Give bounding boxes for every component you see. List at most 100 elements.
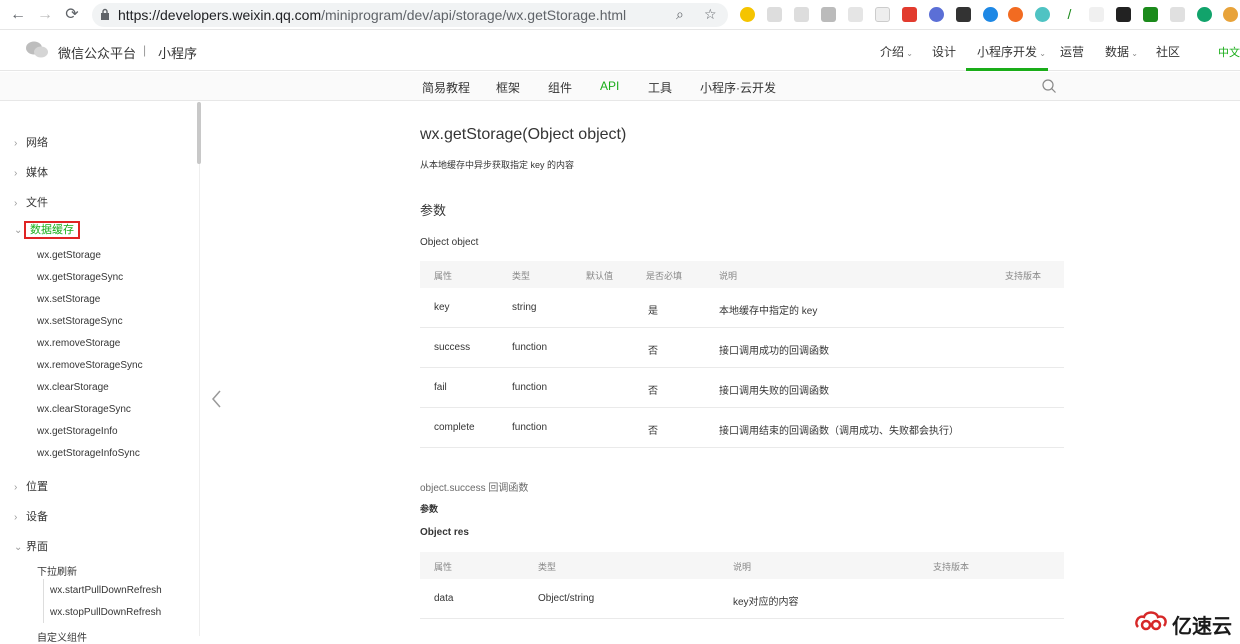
language-switch[interactable]: 中文 xyxy=(1218,44,1240,60)
lock-icon xyxy=(101,8,109,20)
nav-community[interactable]: 社区 xyxy=(1156,43,1180,60)
brand-subtitle[interactable]: 小程序 xyxy=(158,43,197,62)
table-cell: function xyxy=(512,382,548,393)
chevron-left-icon[interactable] xyxy=(210,387,224,411)
nav-label: 介绍 xyxy=(880,45,905,59)
nav-intro[interactable]: 介绍 ⌄ xyxy=(880,43,913,60)
profile-avatar[interactable] xyxy=(1223,7,1238,22)
sidebar-link-removestorage[interactable]: wx.removeStorage xyxy=(37,338,120,349)
table-cell: 否 xyxy=(648,386,658,397)
table-cell: success xyxy=(434,342,471,353)
sidebar-link-clearstorage[interactable]: wx.clearStorage xyxy=(37,382,109,393)
tab-components[interactable]: 组件 xyxy=(548,79,572,96)
table-row: success function 否 接口调用成功的回调函数 xyxy=(420,328,1064,368)
extension-icon[interactable] xyxy=(929,7,944,22)
extension-icon[interactable] xyxy=(740,7,755,22)
reload-icon[interactable]: ⟳ xyxy=(62,5,82,25)
nav-dev[interactable]: 小程序开发 ⌄ xyxy=(977,43,1046,60)
sidebar-group-custom-component[interactable]: 自定义组件 xyxy=(37,629,87,644)
sidebar-item-ui[interactable]: ⌄ 界面 xyxy=(14,538,48,554)
table-cell: complete xyxy=(434,422,475,433)
tab-framework[interactable]: 框架 xyxy=(496,79,520,96)
table-cell: Object/string xyxy=(538,593,595,604)
sidebar-group-pulldown[interactable]: 下拉刷新 xyxy=(37,563,77,578)
extension-icon[interactable] xyxy=(1116,7,1131,22)
tab-tools[interactable]: 工具 xyxy=(648,79,672,96)
sidebar-link-getstorageinfosync[interactable]: wx.getStorageInfoSync xyxy=(37,448,140,459)
bookmark-star-icon[interactable]: ☆ xyxy=(704,6,717,23)
extension-icon[interactable] xyxy=(1170,7,1185,22)
extension-icon[interactable] xyxy=(983,7,998,22)
sidebar-link-removestoragesync[interactable]: wx.removeStorageSync xyxy=(37,360,143,371)
browser-toolbar: ← → ⟳ https://developers.weixin.qq.com/m… xyxy=(0,0,1240,30)
url-host: https://developers.weixin.qq.com xyxy=(118,7,322,23)
nav-design[interactable]: 设计 xyxy=(932,43,956,60)
table-row: complete function 否 接口调用结束的回调函数（调用成功、失败都… xyxy=(420,408,1064,448)
table-cell: function xyxy=(512,342,548,353)
table-cell: key xyxy=(434,302,450,313)
tab-api[interactable]: API xyxy=(600,79,619,93)
nav-data[interactable]: 数据 ⌄ xyxy=(1105,43,1138,60)
table-row: data Object/string key对应的内容 xyxy=(420,579,1064,619)
table-cell: 是 xyxy=(648,306,658,317)
object-label: Object object xyxy=(420,237,479,248)
sidebar-item-media[interactable]: › 媒体 xyxy=(14,164,48,180)
success-params-label: 参数 xyxy=(420,504,439,514)
sidebar-item-storage[interactable]: ⌄ 数据缓存 xyxy=(14,221,80,239)
brand-name[interactable]: 微信公众平台 xyxy=(58,43,136,62)
back-icon[interactable]: ← xyxy=(8,5,28,25)
extension-icon[interactable]: / xyxy=(1062,7,1077,22)
column-header: 属性 xyxy=(434,271,453,281)
sidebar-link-setstoragesync[interactable]: wx.setStorageSync xyxy=(37,316,123,327)
table-cell: fail xyxy=(434,382,447,393)
sidebar-item-device[interactable]: › 设备 xyxy=(14,508,48,524)
sidebar-item-label: 网络 xyxy=(26,137,48,149)
forward-icon[interactable]: → xyxy=(35,5,55,25)
sidebar-item-label: 界面 xyxy=(26,541,48,553)
extension-icon[interactable] xyxy=(821,7,836,22)
sidebar-link-stoppulldownrefresh[interactable]: wx.stopPullDownRefresh xyxy=(50,607,161,618)
column-header: 默认值 xyxy=(586,271,614,281)
tab-tutorial[interactable]: 简易教程 xyxy=(422,79,470,96)
column-header: 支持版本 xyxy=(1005,271,1042,281)
page-title: wx.getStorage(Object object) xyxy=(420,126,627,143)
sidebar-link-getstorageinfo[interactable]: wx.getStorageInfo xyxy=(37,426,118,437)
sidebar-link-setstorage[interactable]: wx.setStorage xyxy=(37,294,100,305)
extension-icon[interactable] xyxy=(875,7,890,22)
wechat-logo-icon[interactable] xyxy=(26,41,48,59)
extension-icon[interactable] xyxy=(848,7,863,22)
extension-icon[interactable] xyxy=(902,7,917,22)
nav-operate[interactable]: 运营 xyxy=(1060,43,1084,60)
extension-icon[interactable] xyxy=(1008,7,1023,22)
sidebar-scrollbar[interactable] xyxy=(197,102,201,164)
extension-icon[interactable] xyxy=(767,7,782,22)
sidebar-link-clearstoragesync[interactable]: wx.clearStorageSync xyxy=(37,404,131,415)
watermark-logo-icon xyxy=(1135,611,1167,631)
extension-icon[interactable] xyxy=(1089,7,1104,22)
sub-navigation: 简易教程 框架 组件 API 工具 小程序·云开发 xyxy=(0,72,1240,101)
sidebar-link-startpulldownrefresh[interactable]: wx.startPullDownRefresh xyxy=(50,585,162,596)
column-header: 支持版本 xyxy=(933,562,970,572)
column-header: 属性 xyxy=(434,562,453,572)
sidebar-item-network[interactable]: › 网络 xyxy=(14,134,48,150)
sidebar-item-location[interactable]: › 位置 xyxy=(14,478,48,494)
extension-icon[interactable] xyxy=(1197,7,1212,22)
extension-icon[interactable] xyxy=(956,7,971,22)
sidebar-item-file[interactable]: › 文件 xyxy=(14,194,48,210)
table-row: fail function 否 接口调用失败的回调函数 xyxy=(420,368,1064,408)
params-heading: 参数 xyxy=(420,203,447,218)
extension-icon[interactable] xyxy=(1143,7,1158,22)
sidebar-link-getstoragesync[interactable]: wx.getStorageSync xyxy=(37,272,123,283)
column-header: 类型 xyxy=(512,271,531,281)
zoom-icon[interactable]: ⌕ xyxy=(676,6,684,23)
extension-icon[interactable] xyxy=(1035,7,1050,22)
api-sidebar: › 网络 › 媒体 › 文件 ⌄ 数据缓存 wx.getStorage wx.getSt… xyxy=(0,102,201,644)
extension-icon[interactable] xyxy=(794,7,809,22)
table-row: key string 是 本地缓存中指定的 key xyxy=(420,288,1064,328)
search-icon[interactable] xyxy=(1041,78,1057,94)
tab-cloud-dev[interactable]: 小程序·云开发 xyxy=(700,79,776,96)
table-header: 属性 类型 说明 支持版本 xyxy=(420,552,1064,579)
sidebar-link-getstorage[interactable]: wx.getStorage xyxy=(37,250,101,261)
address-bar[interactable]: https://developers.weixin.qq.com/minipro… xyxy=(92,3,728,27)
chevron-right-icon: › xyxy=(14,512,18,523)
